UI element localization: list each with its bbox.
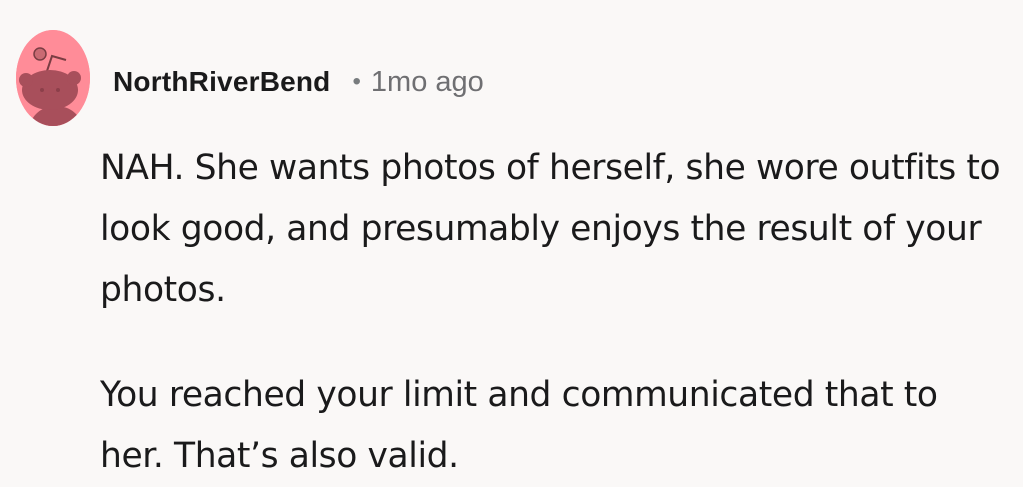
author-username[interactable]: NorthRiverBend <box>113 66 331 98</box>
snoo-avatar-icon <box>16 30 90 126</box>
comment-paragraph: You reached your limit and communicated … <box>100 375 938 476</box>
avatar[interactable] <box>16 30 90 126</box>
comment: NorthRiverBend • 1mo ago NAH. She wants … <box>0 0 1023 484</box>
comment-paragraph: NAH. She wants photos of herself, she wo… <box>100 148 1001 310</box>
comment-body: NAH. She wants photos of herself, she wo… <box>100 138 1010 487</box>
comment-header: NorthRiverBend • 1mo ago <box>113 62 484 102</box>
separator-dot: • <box>352 68 361 95</box>
comment-timestamp[interactable]: 1mo ago <box>371 66 484 99</box>
